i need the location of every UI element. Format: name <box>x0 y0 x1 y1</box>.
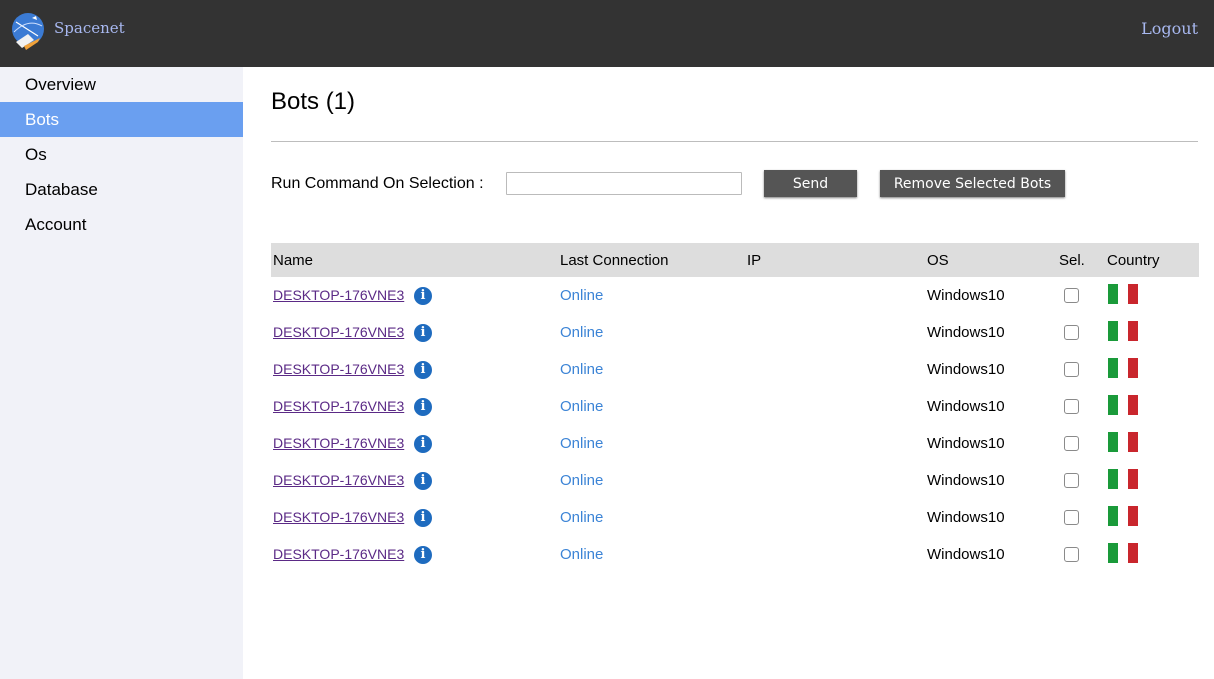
last-connection-status: Online <box>560 472 604 489</box>
italy-flag-icon <box>1108 432 1138 452</box>
send-button[interactable]: Send <box>764 170 857 197</box>
last-connection-status: Online <box>560 324 604 341</box>
bot-name-link[interactable]: DESKTOP-176VNE3 <box>273 398 404 414</box>
select-checkbox[interactable] <box>1064 547 1079 562</box>
column-header-sel: Sel. <box>1059 252 1085 269</box>
select-checkbox[interactable] <box>1064 436 1079 451</box>
page-title: Bots (1) <box>271 88 356 115</box>
italy-flag-icon <box>1108 543 1138 563</box>
os-name: Windows10 <box>927 287 1005 304</box>
info-icon[interactable]: i <box>414 324 432 342</box>
table-header: Name Last Connection IP OS Sel. Country <box>271 243 1199 277</box>
last-connection-status: Online <box>560 398 604 415</box>
select-checkbox[interactable] <box>1064 399 1079 414</box>
brand[interactable]: Spacenet <box>10 12 125 52</box>
info-icon[interactable]: i <box>414 435 432 453</box>
info-icon[interactable]: i <box>414 472 432 490</box>
select-checkbox[interactable] <box>1064 325 1079 340</box>
table-row: DESKTOP-176VNE3 i Online Windows10 <box>271 314 1199 351</box>
title-divider <box>271 141 1198 142</box>
bot-name-link[interactable]: DESKTOP-176VNE3 <box>273 509 404 525</box>
sidebar-item-account[interactable]: Account <box>0 207 243 242</box>
column-header-last-connection: Last Connection <box>560 252 669 269</box>
italy-flag-icon <box>1108 469 1138 489</box>
italy-flag-icon <box>1108 506 1138 526</box>
info-icon[interactable]: i <box>414 546 432 564</box>
os-name: Windows10 <box>927 324 1005 341</box>
select-checkbox[interactable] <box>1064 473 1079 488</box>
os-name: Windows10 <box>927 361 1005 378</box>
table-row: DESKTOP-176VNE3 i Online Windows10 <box>271 462 1199 499</box>
italy-flag-icon <box>1108 284 1138 304</box>
italy-flag-icon <box>1108 395 1138 415</box>
os-name: Windows10 <box>927 472 1005 489</box>
logout-link[interactable]: Logout <box>1141 19 1198 38</box>
sidebar-item-os[interactable]: Os <box>0 137 243 172</box>
info-icon[interactable]: i <box>414 398 432 416</box>
bot-name-link[interactable]: DESKTOP-176VNE3 <box>273 472 404 488</box>
bot-name-link[interactable]: DESKTOP-176VNE3 <box>273 324 404 340</box>
brand-name: Spacenet <box>54 19 125 37</box>
sidebar: Overview Bots Os Database Account <box>0 67 243 679</box>
satellite-logo-icon <box>12 13 44 50</box>
table-row: DESKTOP-176VNE3 i Online Windows10 <box>271 388 1199 425</box>
last-connection-status: Online <box>560 509 604 526</box>
os-name: Windows10 <box>927 398 1005 415</box>
command-label: Run Command On Selection : <box>271 175 484 192</box>
column-header-country: Country <box>1107 252 1160 269</box>
bot-name-link[interactable]: DESKTOP-176VNE3 <box>273 435 404 451</box>
last-connection-status: Online <box>560 435 604 452</box>
column-header-ip: IP <box>747 252 762 269</box>
column-header-name: Name <box>273 252 314 269</box>
bot-name-link[interactable]: DESKTOP-176VNE3 <box>273 361 404 377</box>
sidebar-item-bots[interactable]: Bots <box>0 102 243 137</box>
table-row: DESKTOP-176VNE3 i Online Windows10 <box>271 425 1199 462</box>
os-name: Windows10 <box>927 509 1005 526</box>
table-row: DESKTOP-176VNE3 i Online Windows10 <box>271 277 1199 314</box>
remove-selected-bots-button[interactable]: Remove Selected Bots <box>880 170 1065 197</box>
sidebar-item-overview[interactable]: Overview <box>0 67 243 102</box>
sidebar-item-database[interactable]: Database <box>0 172 243 207</box>
select-checkbox[interactable] <box>1064 288 1079 303</box>
table-row: DESKTOP-176VNE3 i Online Windows10 <box>271 351 1199 388</box>
select-checkbox[interactable] <box>1064 510 1079 525</box>
info-icon[interactable]: i <box>414 361 432 379</box>
select-checkbox[interactable] <box>1064 362 1079 377</box>
os-name: Windows10 <box>927 546 1005 563</box>
bot-name-link[interactable]: DESKTOP-176VNE3 <box>273 546 404 562</box>
bot-name-link[interactable]: DESKTOP-176VNE3 <box>273 287 404 303</box>
column-header-os: OS <box>927 252 949 269</box>
italy-flag-icon <box>1108 358 1138 378</box>
info-icon[interactable]: i <box>414 509 432 527</box>
info-icon[interactable]: i <box>414 287 432 305</box>
last-connection-status: Online <box>560 361 604 378</box>
bots-table: Name Last Connection IP OS Sel. Country … <box>271 243 1199 573</box>
table-body: DESKTOP-176VNE3 i Online Windows10 DESKTOP-1… <box>271 277 1199 573</box>
last-connection-status: Online <box>560 287 604 304</box>
os-name: Windows10 <box>927 435 1005 452</box>
italy-flag-icon <box>1108 321 1138 341</box>
table-row: DESKTOP-176VNE3 i Online Windows10 <box>271 499 1199 536</box>
top-navbar: Spacenet Logout <box>0 0 1214 67</box>
last-connection-status: Online <box>560 546 604 563</box>
table-row: DESKTOP-176VNE3 i Online Windows10 <box>271 536 1199 573</box>
command-input[interactable] <box>506 172 742 195</box>
